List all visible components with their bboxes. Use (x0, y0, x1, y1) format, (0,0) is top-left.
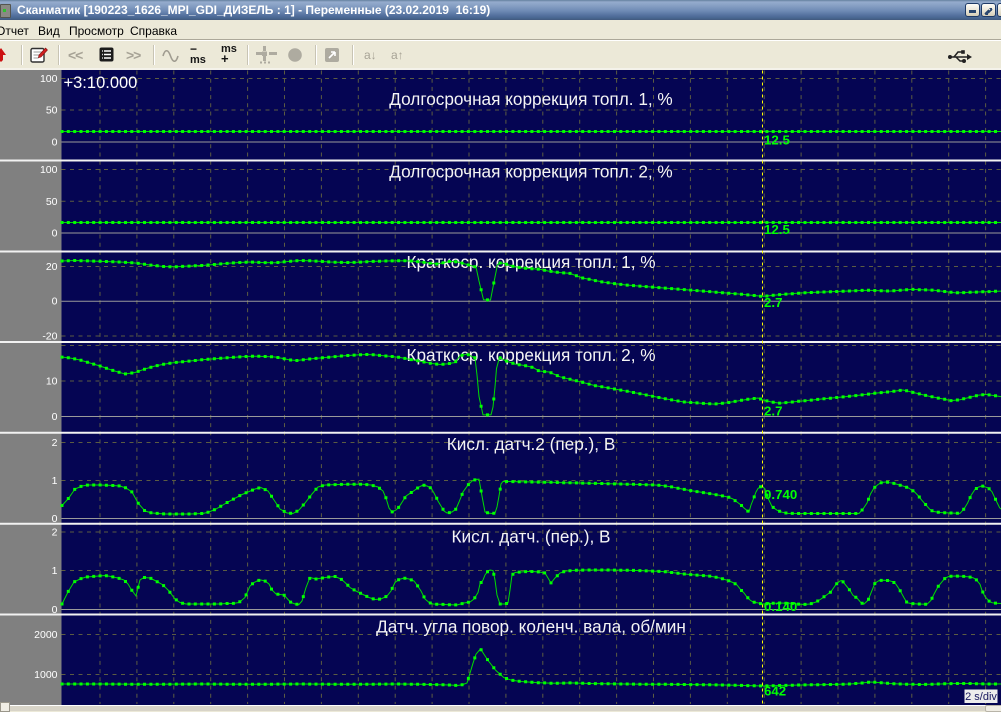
svg-text:2000: 2000 (34, 629, 58, 641)
svg-text:Кисл. датч.2 (пер.), В: Кисл. датч.2 (пер.), В (447, 434, 616, 454)
svg-text:0.140: 0.140 (764, 599, 797, 614)
svg-text:0: 0 (52, 296, 58, 308)
svg-text:0: 0 (52, 411, 58, 423)
svg-text:1: 1 (52, 565, 58, 577)
svg-text:0: 0 (52, 604, 58, 616)
svg-text:Кисл. датч. (пер.), В: Кисл. датч. (пер.), В (451, 527, 610, 547)
svg-text:50: 50 (46, 196, 58, 208)
svg-text:1000: 1000 (34, 669, 58, 681)
svg-text:10: 10 (46, 376, 58, 388)
svg-text:2: 2 (52, 527, 58, 539)
svg-text:2: 2 (52, 437, 58, 449)
svg-text:642: 642 (764, 684, 786, 699)
svg-text:0: 0 (52, 228, 58, 240)
svg-text:Долгосрочная коррекция топл. 1: Долгосрочная коррекция топл. 1, % (389, 89, 672, 109)
svg-text:50: 50 (46, 105, 58, 117)
svg-text:2.7: 2.7 (764, 404, 783, 419)
svg-text:0: 0 (52, 137, 58, 149)
svg-text:20: 20 (46, 261, 58, 273)
svg-text:1: 1 (52, 475, 58, 487)
svg-text:+3:10.000: +3:10.000 (64, 74, 138, 92)
svg-text:-20: -20 (42, 331, 57, 343)
svg-text:12.5: 12.5 (764, 222, 790, 237)
svg-text:Краткоср. коррекция топл. 2, %: Краткоср. коррекция топл. 2, % (406, 345, 655, 365)
svg-text:0.740: 0.740 (764, 487, 797, 502)
svg-text:Датч. угла повор. коленч. вала: Датч. угла повор. коленч. вала, об/мин (376, 617, 686, 637)
svg-text:12.5: 12.5 (764, 133, 790, 148)
svg-text:2 s/div: 2 s/div (965, 691, 997, 703)
svg-text:Долгосрочная коррекция топл. 2: Долгосрочная коррекция топл. 2, % (389, 162, 672, 182)
svg-text:0: 0 (52, 513, 58, 525)
svg-text:2.7: 2.7 (764, 295, 783, 310)
svg-text:100: 100 (40, 164, 58, 176)
svg-text:100: 100 (40, 73, 58, 85)
